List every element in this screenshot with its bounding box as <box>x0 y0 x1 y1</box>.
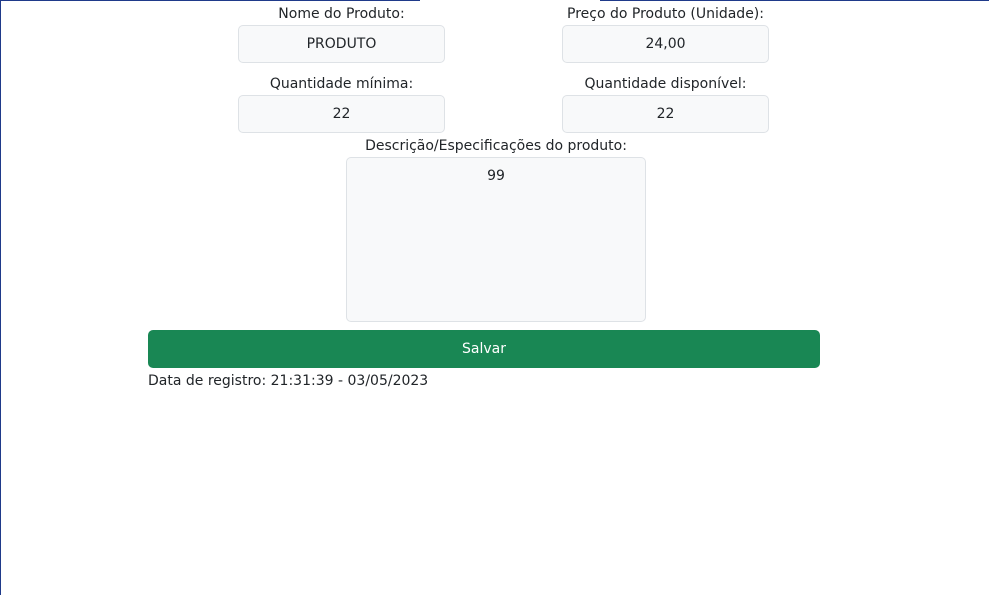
window-frame-top-right <box>600 0 989 1</box>
min-quantity-label: Quantidade mínima: <box>269 76 414 92</box>
registration-date-value: 03/05/2023 <box>347 373 429 389</box>
registration-separator: - <box>337 373 344 389</box>
min-quantity-input[interactable]: 22 <box>238 95 445 133</box>
description-label: Descrição/Especificações do produto: <box>365 138 627 154</box>
window-frame-top <box>0 0 420 1</box>
unit-price-label: Preço do Produto (Unidade): <box>567 6 764 22</box>
registration-time: 21:31:39 <box>270 373 334 389</box>
save-button-label: Salvar <box>462 341 506 357</box>
product-name-label: Nome do Produto: <box>278 6 405 22</box>
registration-date: Data de registro: 21:31:39 - 03/05/2023 <box>148 372 428 390</box>
registration-label: Data de registro: <box>148 373 267 389</box>
save-button[interactable]: Salvar <box>148 330 820 368</box>
product-name-input[interactable]: PRODUTO <box>238 25 445 63</box>
window-frame-left <box>0 0 1 595</box>
description-textarea[interactable]: 99 <box>346 157 646 322</box>
available-quantity-label: Quantidade disponível: <box>584 76 747 92</box>
unit-price-input[interactable]: 24,00 <box>562 25 769 63</box>
available-quantity-input[interactable]: 22 <box>562 95 769 133</box>
